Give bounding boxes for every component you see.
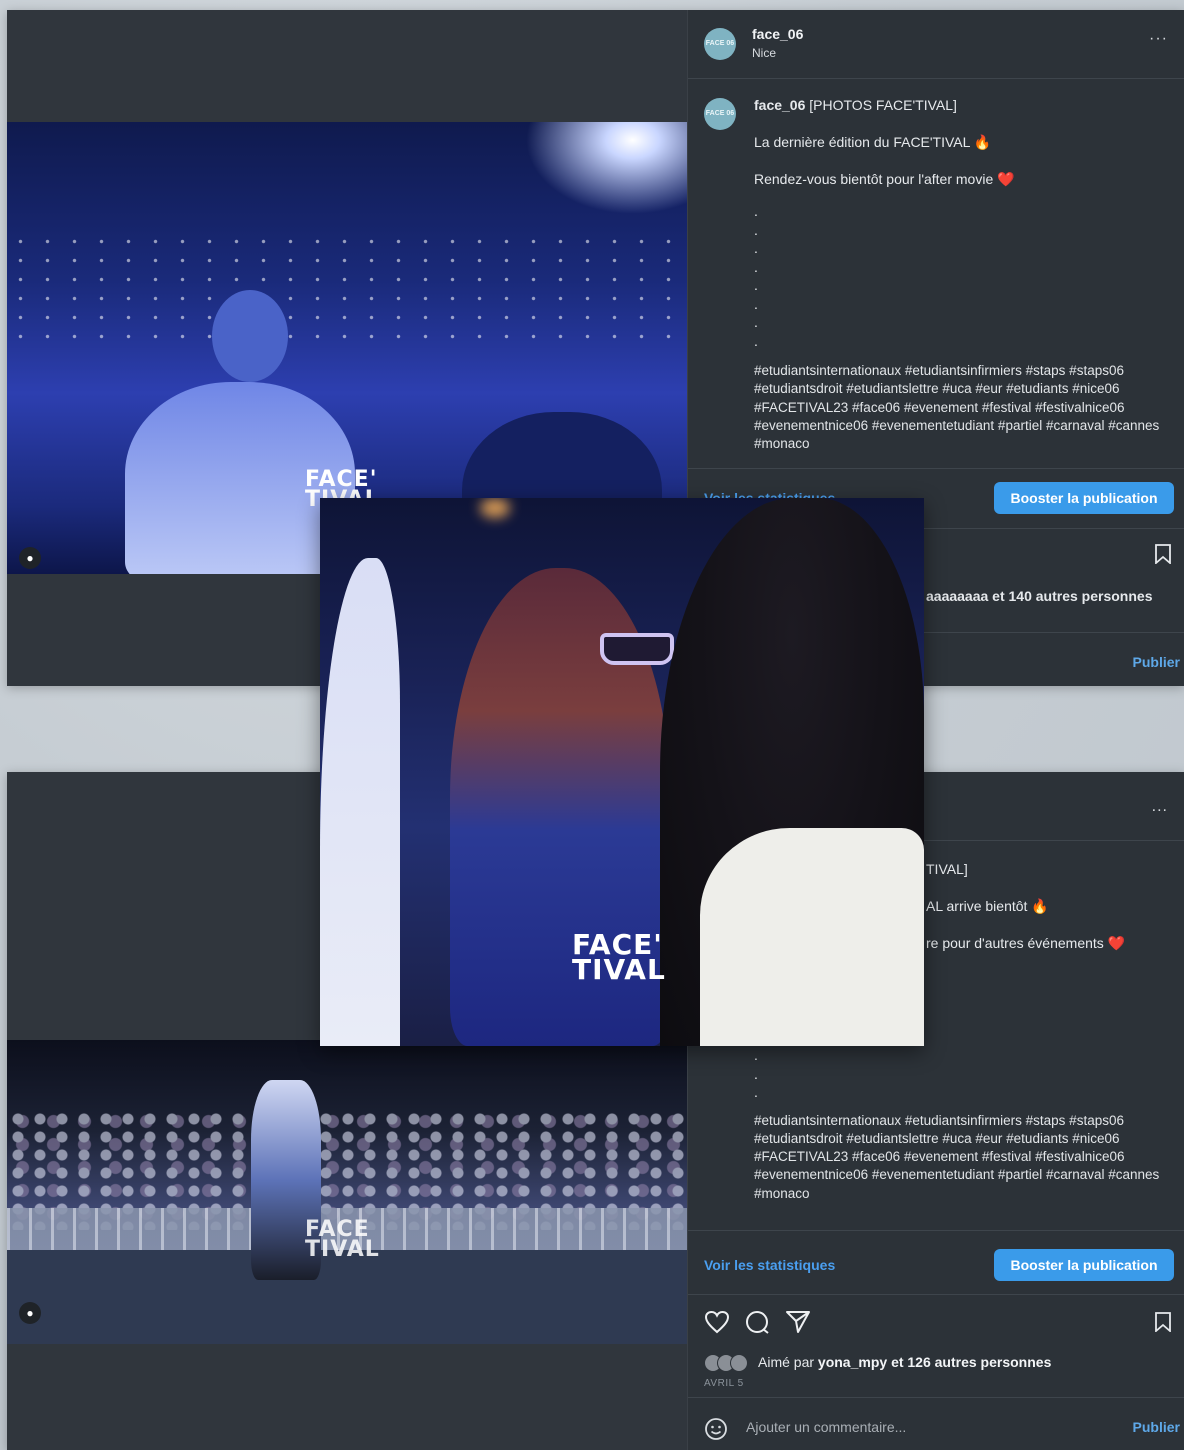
caption-bullets: . . . (754, 1046, 1164, 1102)
bullet: . (754, 1065, 758, 1082)
crowd-lights (7, 232, 687, 344)
post-2-caption-visible: TIVAL] AL arrive bientôt 🔥 re pour d'aut… (926, 860, 1164, 971)
post-1-header: FACE 06 face_06 Nice ··· (688, 10, 1184, 79)
caption-line-1: AL arrive bientôt 🔥 (926, 898, 1049, 914)
likes-summary[interactable]: Aimé par yona_mpy et 126 autres personne… (704, 1354, 1051, 1373)
account-avatar[interactable]: FACE 06 (704, 28, 736, 60)
liker-username[interactable]: yona_mpy (818, 1354, 887, 1370)
view-stats-link[interactable]: Voir les statistiques (704, 1257, 835, 1273)
caption-hashtags[interactable]: #etudiantsinternationaux #etudiantsinfir… (754, 1112, 1164, 1204)
bookmark-icon[interactable] (1154, 1312, 1172, 1337)
likes-prefix: Aimé par (758, 1354, 815, 1370)
caption-avatar[interactable]: FACE 06 (704, 98, 736, 130)
share-paper-plane-icon[interactable] (785, 1310, 811, 1334)
caption-hashtags[interactable]: #etudiantsinternationaux #etudiantsinfir… (754, 362, 1164, 454)
woman-left-silhouette (320, 558, 400, 1046)
overlay-photo[interactable]: FACE' TIVAL (320, 498, 924, 1046)
facetival-watermark: FACE'TIVAL (572, 928, 666, 987)
caption-line-1: La dernière édition du FACE'TIVAL 🔥 (754, 134, 992, 150)
account-username[interactable]: face_06 (752, 26, 803, 42)
post-2-photo[interactable]: FACE TIVAL ● (7, 1040, 687, 1344)
bullet: . (754, 1047, 758, 1063)
likes-summary[interactable]: aaaaaaaa et 140 autres personnes (926, 588, 1152, 604)
tagged-user-icon[interactable]: ● (19, 547, 41, 569)
emoji-icon[interactable] (704, 1417, 728, 1441)
bookmark-icon[interactable] (1154, 544, 1172, 569)
bullet: . (754, 1084, 758, 1100)
boost-post-button[interactable]: Booster la publication (994, 482, 1174, 514)
performer-head (212, 290, 288, 382)
divider (688, 468, 1184, 469)
sunglasses (600, 633, 674, 665)
white-shirt (700, 828, 924, 1046)
post-2-caption-lower: . . . #etudiantsinternationaux #etudiant… (754, 1046, 1164, 1204)
stage-floor (7, 1250, 687, 1344)
post-1-caption: face_06 [PHOTOS FACE'TIVAL] La dernière … (754, 96, 1164, 454)
more-options-icon[interactable]: ... (1152, 798, 1168, 816)
divider (688, 1294, 1184, 1295)
more-options-icon[interactable]: ··· (1149, 30, 1168, 48)
publish-comment-button[interactable]: Publier (1133, 1419, 1180, 1435)
bullet: . (754, 221, 758, 238)
comment-input[interactable] (744, 1418, 1048, 1436)
bullet: . (754, 258, 758, 275)
liker-avatar (730, 1354, 748, 1373)
bullet: . (754, 332, 758, 349)
publish-comment-button[interactable]: Publier (1133, 654, 1180, 670)
likes-others[interactable]: et 126 autres personnes (891, 1354, 1051, 1370)
like-heart-icon[interactable] (704, 1310, 730, 1334)
divider (688, 1397, 1184, 1398)
bullet: . (754, 314, 758, 330)
bullet: . (754, 240, 758, 256)
bullet: . (754, 203, 758, 219)
boost-post-button[interactable]: Booster la publication (994, 1249, 1174, 1281)
comment-bubble-icon[interactable] (744, 1310, 770, 1334)
facetival-watermark: FACE TIVAL (305, 1217, 380, 1262)
bullet: . (754, 277, 758, 293)
divider (688, 1230, 1184, 1231)
comment-row: Publier (688, 1409, 1184, 1449)
post-actions (704, 1310, 821, 1336)
caption-title: [PHOTOS FACE'TIVAL] (809, 97, 957, 113)
post-location[interactable]: Nice (752, 46, 776, 60)
tagged-user-icon[interactable]: ● (19, 1302, 41, 1324)
caption-line-2: Rendez-vous bientôt pour l'after movie ❤… (754, 171, 1015, 187)
stage-light (480, 498, 510, 518)
caption-username[interactable]: face_06 (754, 97, 805, 113)
caption-bullets: . . . . . . . . (754, 202, 1164, 350)
caption-title: TIVAL] (926, 861, 968, 877)
bullet: . (754, 295, 758, 312)
caption-line-2: re pour d'autres événements ❤️ (926, 935, 1126, 951)
post-date: AVRIL 5 (704, 1378, 744, 1389)
